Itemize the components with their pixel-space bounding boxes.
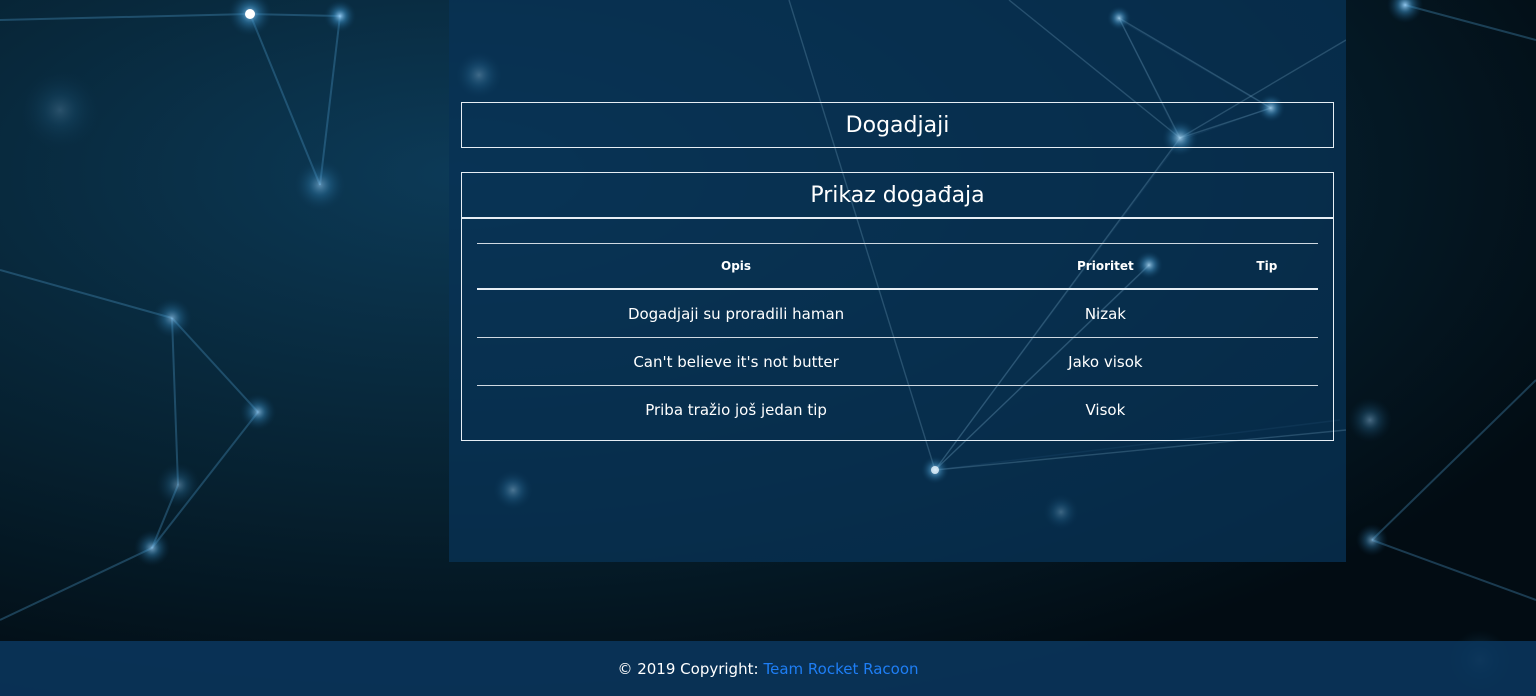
cell-tip <box>1216 386 1318 434</box>
page-title: Dogadjaji <box>845 112 950 138</box>
cell-tip <box>1215 289 1318 338</box>
cell-opis: Priba tražio još jedan tip <box>645 400 827 419</box>
cell-opis: Can't believe it's not butter <box>477 337 996 386</box>
footer-copyright: © 2019 Copyright: <box>617 659 759 678</box>
card-header: Prikaz događaja <box>462 173 1333 219</box>
footer: © 2019 Copyright: Team Rocket Racoon <box>0 641 1536 696</box>
footer-team-link[interactable]: Team Rocket Racoon <box>764 660 919 678</box>
events-table-wrap: Opis Prioritet Tip Dogadjaji su proradil… <box>477 243 1318 433</box>
cell-opis: Dogadjaji su proradili haman <box>477 289 996 338</box>
column-header-tip: Tip <box>1215 243 1318 290</box>
events-card: Prikaz događaja Opis Prioritet Tip Dogad… <box>461 172 1334 441</box>
events-table: Opis Prioritet Tip Dogadjaji su proradil… <box>477 243 1318 433</box>
cell-prioritet: Nizak <box>995 289 1216 338</box>
page-title-box: Dogadjaji <box>461 102 1334 148</box>
cell-prioritet: Visok <box>1085 400 1126 419</box>
cell-prioritet: Jako visok <box>995 337 1216 386</box>
table-header-row: Opis Prioritet Tip <box>477 243 1318 290</box>
table-row: Dogadjaji su proradili haman Nizak <box>477 289 1318 338</box>
table-row: Priba tražio još jedan tip Visok <box>477 386 1318 434</box>
column-header-opis: Opis <box>477 243 996 290</box>
cell-tip <box>1215 337 1318 386</box>
column-header-prioritet: Prioritet <box>995 243 1216 290</box>
card-title: Prikaz događaja <box>810 182 985 208</box>
main-panel: Dogadjaji Prikaz događaja Opis Prioritet… <box>449 0 1346 562</box>
table-row: Can't believe it's not butter Jako visok <box>477 337 1318 386</box>
